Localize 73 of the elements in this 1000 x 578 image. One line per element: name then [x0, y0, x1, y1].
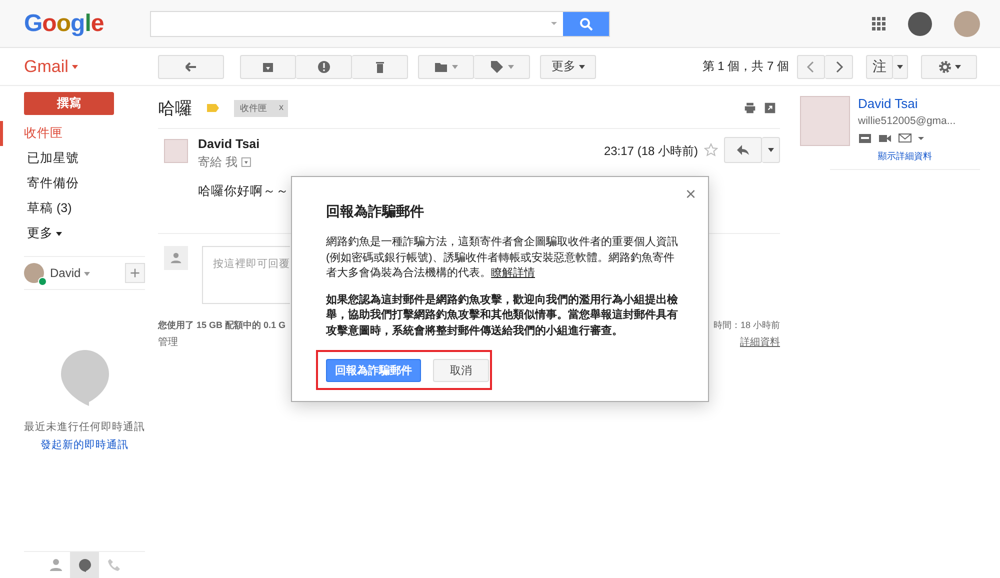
star-icon[interactable]	[704, 143, 718, 157]
phone-icon	[106, 558, 120, 572]
mail-icon	[898, 131, 912, 145]
report-notice: 如果您認為這封郵件是網路釣魚攻擊，歡迎向我們的濫用行為小組提出檢舉，協助我們打擊網路釣魚攻擊和其他類似情事。當您舉報這封郵件具有攻擊意圖時，系統會將整封郵件傳送給我們的小組進行審查。	[326, 292, 679, 338]
reply-button[interactable]	[724, 137, 762, 163]
previous-button[interactable]	[797, 54, 825, 78]
sender-name: David Tsai	[198, 137, 261, 151]
reply-icon	[736, 143, 750, 157]
plus-icon	[129, 267, 141, 279]
more-button[interactable]: 更多	[540, 54, 596, 78]
chat-user-name[interactable]: David	[50, 266, 90, 280]
tag-icon	[490, 60, 504, 74]
contact-email: willie512005@gma...	[858, 115, 956, 127]
person-icon	[170, 252, 182, 264]
manage-link[interactable]: 管理	[158, 335, 286, 349]
new-window-icon	[764, 102, 776, 114]
nav-item[interactable]: 寄件備份	[0, 171, 145, 196]
search-field[interactable]	[150, 10, 610, 36]
search-button[interactable]	[562, 12, 609, 36]
spam-button[interactable]	[296, 54, 352, 78]
account-activity-text: 時間：18 小時前	[713, 319, 780, 332]
learn-more-link[interactable]: 瞭解詳情	[491, 267, 535, 279]
caret-icon	[918, 136, 924, 140]
more-menu[interactable]: 更多	[0, 221, 145, 246]
label-tag-icon	[206, 101, 220, 115]
dropdown-icon	[241, 156, 254, 168]
contact-name[interactable]: David Tsai	[858, 96, 956, 111]
more-actions-button[interactable]	[762, 137, 780, 163]
back-arrow-icon	[184, 60, 198, 74]
email-subject: 哈囉	[158, 98, 192, 120]
storage-usage-text: 您使用了 15 GB 配額中的 0.1 G	[158, 319, 286, 332]
compose-button[interactable]: 撰寫	[24, 92, 114, 115]
message-time: 23:17 (18 小時前)	[604, 143, 698, 160]
start-chat-link[interactable]: 發起新的即時通訊	[40, 438, 128, 452]
settings-button[interactable]	[921, 54, 977, 78]
apps-grid-icon	[872, 16, 886, 30]
phishing-description: 網路釣魚是一種詐騙方法，這類寄件者會企圖騙取收件者的重要個人資訊(例如密碼或銀行帳號)、誘騙收件者轉帳或安裝惡意軟體。網路釣魚寄件者大多會偽裝為合法機構的代表。瞭解詳情	[326, 235, 679, 281]
add-button[interactable]	[125, 263, 145, 283]
labels-button[interactable]	[474, 54, 530, 78]
contact-avatar	[800, 96, 850, 146]
chat-tab[interactable]	[70, 552, 99, 578]
message-body: 哈囉你好啊～～	[198, 183, 290, 200]
close-button[interactable]: ×	[685, 185, 696, 203]
archive-button[interactable]	[240, 54, 296, 78]
dialog-title: 回報為詐騙郵件	[326, 203, 425, 221]
settings-icon	[938, 60, 952, 74]
print-icon	[744, 102, 756, 114]
gmail-menu[interactable]: Gmail	[0, 56, 158, 76]
input-tools-button[interactable]: 注	[866, 54, 893, 78]
exclamation-icon	[316, 60, 330, 74]
nav-item[interactable]: 收件匣	[0, 121, 145, 146]
search-icon	[578, 16, 593, 30]
quote-bubble-icon	[60, 350, 108, 406]
cancel-button[interactable]: 取消	[433, 359, 489, 382]
pagination-text: 第 1 個，共 7 個	[702, 58, 789, 75]
move-to-button[interactable]	[418, 54, 474, 78]
nav-item[interactable]: 已加星號	[0, 146, 145, 171]
nav-item[interactable]: 草稿 (3)	[0, 196, 145, 221]
google-logo: Google	[24, 10, 104, 38]
input-tools-dropdown[interactable]	[893, 54, 908, 78]
delete-button[interactable]	[352, 54, 408, 78]
label-chip[interactable]: 收件匣 x	[234, 100, 288, 116]
next-button[interactable]	[825, 54, 853, 78]
caret-icon	[550, 22, 557, 25]
recipient-text: 寄給 我	[198, 154, 238, 171]
show-details-link[interactable]: 顯示詳細資料	[830, 150, 980, 170]
details-link[interactable]: 詳細資料	[740, 335, 780, 349]
back-button[interactable]	[158, 54, 224, 78]
person-icon	[48, 558, 62, 572]
quote-bubble-icon	[78, 558, 92, 572]
remove-label-button[interactable]: x	[279, 102, 284, 114]
sender-avatar	[164, 139, 188, 163]
no-chats-text: 最近未進行任何即時通訊	[24, 420, 145, 434]
